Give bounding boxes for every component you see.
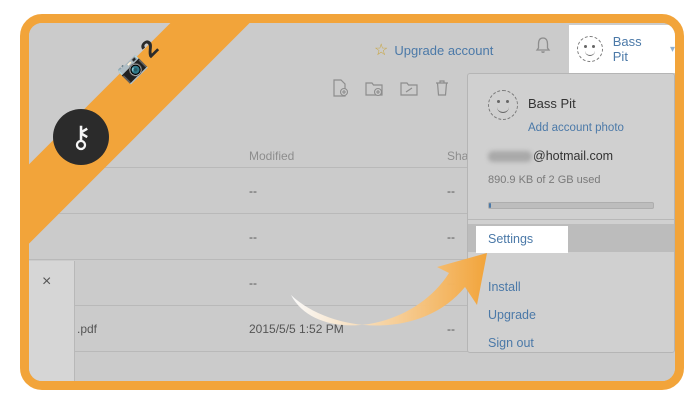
modified-cell: -- [249, 184, 257, 198]
user-name: Bass Pit [612, 34, 642, 64]
add-account-photo-link[interactable]: Add account photo [528, 122, 624, 134]
sign-out-menu-item[interactable]: Sign out [488, 336, 534, 350]
new-folder-icon[interactable] [365, 79, 383, 97]
file-name-cell: .pdf [77, 322, 98, 336]
account-email: @hotmail.com [488, 149, 613, 163]
redacted-email-user [488, 150, 532, 162]
divider [468, 219, 674, 220]
trash-icon[interactable] [433, 79, 451, 97]
storage-usage-bar [488, 202, 654, 209]
account-dropdown: Bass Pit Add account photo @hotmail.com … [467, 73, 675, 353]
side-panel: × [29, 261, 75, 381]
storage-usage-text: 890.9 KB of 2 GB used [488, 174, 601, 186]
star-icon: ☆ [374, 42, 389, 59]
avatar-icon [488, 90, 518, 120]
key-icon: ⚷ [53, 109, 109, 165]
chevron-down-icon: ▾ [669, 43, 675, 55]
close-icon[interactable]: × [42, 273, 51, 291]
account-name: Bass Pit [528, 96, 576, 111]
user-menu-button[interactable]: Bass Pit ▾ [569, 25, 675, 73]
bell-icon[interactable] [535, 36, 551, 54]
new-file-icon[interactable] [331, 79, 349, 97]
avatar-icon [577, 36, 603, 62]
upgrade-menu-item[interactable]: Upgrade [488, 308, 536, 322]
modified-cell: -- [249, 230, 257, 244]
shared-cell: -- [447, 184, 455, 198]
screenshot-frame: ☆ Upgrade account Bass Pit ▾ Modified Sh… [20, 14, 684, 390]
column-header-modified[interactable]: Modified [249, 149, 294, 163]
email-domain: @hotmail.com [533, 149, 614, 163]
table-row[interactable] [29, 351, 549, 381]
install-menu-item[interactable]: Install [488, 280, 521, 294]
column-header-shared[interactable]: Sha [447, 149, 468, 163]
shared-folder-icon[interactable] [400, 79, 418, 97]
storage-usage-fill [489, 203, 491, 208]
upgrade-account-label: Upgrade account [394, 42, 494, 58]
upgrade-account-link[interactable]: ☆ Upgrade account [374, 40, 493, 60]
settings-label: Settings [488, 232, 534, 246]
arrow-icon [291, 253, 487, 326]
modified-cell: -- [249, 276, 257, 290]
